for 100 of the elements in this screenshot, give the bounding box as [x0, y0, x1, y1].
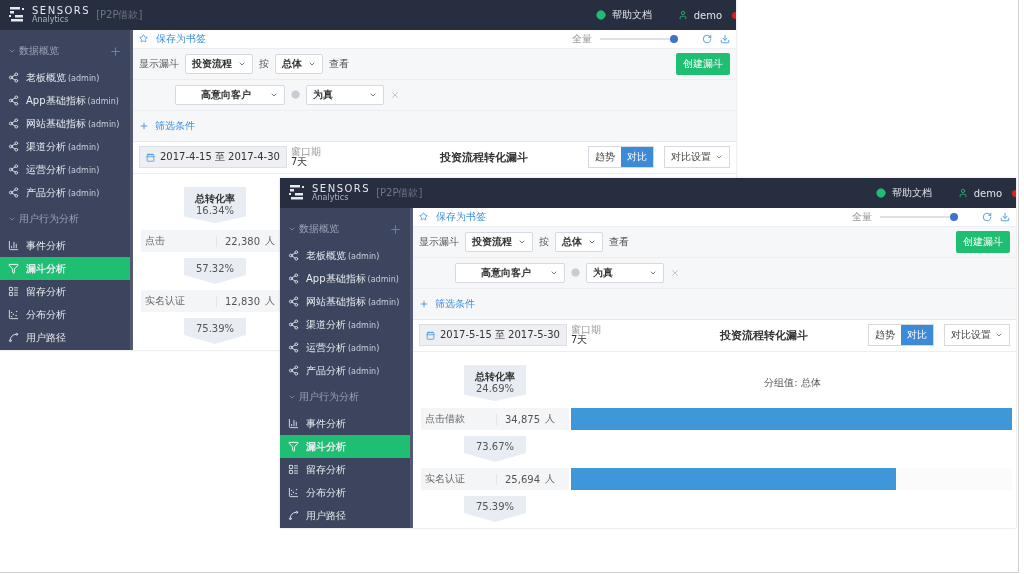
sidebar-item[interactable]: 老板概览 (admin)	[0, 66, 130, 89]
by-label: 按	[259, 56, 269, 71]
sidebar-item[interactable]: 事件分析	[0, 234, 130, 257]
value-select[interactable]: 为真	[586, 262, 664, 283]
bookmark-link[interactable]: 保存为书签	[156, 31, 206, 46]
user-menu[interactable]: demo	[973, 187, 1002, 199]
sidebar-item[interactable]: 用户路径	[0, 326, 130, 349]
chevron-icon[interactable]	[288, 225, 296, 233]
user-icon[interactable]	[957, 188, 968, 198]
sidebar-item[interactable]: 产品分析 (admin)	[280, 359, 410, 382]
bookmark-link[interactable]: 保存为书签	[436, 209, 486, 224]
slider-thumb[interactable]	[950, 212, 958, 221]
condition-select[interactable]: 高意向客户	[175, 84, 285, 105]
share-icon	[288, 365, 299, 376]
chart-title: 投资流程转化漏斗	[439, 149, 530, 165]
share-icon	[288, 250, 299, 261]
step-count: 25,694	[496, 473, 540, 485]
retention-icon	[288, 464, 299, 475]
step-unit: 人	[545, 412, 555, 426]
total-rate-value: 24.69%	[475, 383, 515, 395]
download-icon[interactable]	[720, 33, 730, 44]
funnel-select[interactable]: 投资流程	[185, 53, 253, 74]
sidebar-item-label: 产品分析 (admin)	[26, 185, 100, 200]
step-unit: 人	[265, 294, 275, 308]
funnel-icon	[8, 263, 19, 274]
sidebar-item[interactable]: 网站基础指标 (admin)	[0, 112, 130, 135]
sidebar-item-label: 渠道分析 (admin)	[306, 317, 380, 332]
scope-label: 全量	[572, 31, 592, 46]
logo-icon	[8, 5, 26, 25]
mode-tab[interactable]: 对比	[621, 147, 653, 168]
sidebar-item[interactable]: 运营分析 (admin)	[0, 158, 130, 181]
chevron-icon[interactable]	[8, 215, 16, 223]
chevron-icon[interactable]	[288, 393, 296, 401]
refresh-icon[interactable]	[982, 211, 992, 222]
date-range-button[interactable]: 2017-5-15 至 2017-5-30	[419, 324, 567, 347]
sidebar-item[interactable]: 老板概览 (admin)	[280, 244, 410, 267]
group-select[interactable]: 总体	[275, 53, 323, 74]
funnel-label: 显示漏斗	[139, 56, 179, 71]
help-link[interactable]: 帮助文档	[891, 186, 932, 200]
sidebar-item-label: App基础指标 (admin)	[26, 93, 119, 108]
step-label: 点击	[145, 234, 166, 248]
sidebar-item-label: 事件分析	[26, 238, 66, 253]
plus-icon[interactable]	[139, 120, 149, 131]
user-menu[interactable]: demo	[693, 9, 722, 21]
slider-thumb[interactable]	[670, 34, 678, 43]
funnel-label: 显示漏斗	[419, 234, 459, 249]
star-icon[interactable]	[419, 212, 428, 222]
date-range-button[interactable]: 2017-4-15 至 2017-4-30	[139, 146, 287, 169]
section-title[interactable]: 用户行为分析	[19, 212, 79, 226]
funnel-select[interactable]: 投资流程	[465, 231, 533, 252]
mode-tab[interactable]: 对比	[901, 325, 933, 346]
funnel-icon	[288, 441, 299, 452]
sidebar-item[interactable]: 运营分析 (admin)	[280, 336, 410, 359]
help-icon[interactable]	[875, 188, 886, 198]
sidebar-item-label: 用户路径	[306, 508, 346, 523]
close-icon[interactable]	[670, 267, 680, 278]
sidebar-item-label: 运营分析 (admin)	[26, 162, 100, 177]
step-label: 点击借款	[425, 412, 466, 426]
section-title[interactable]: 用户行为分析	[299, 390, 359, 404]
refresh-icon[interactable]	[702, 33, 712, 44]
sidebar-item[interactable]: 分布分析	[0, 303, 130, 326]
help-icon[interactable]	[595, 10, 606, 20]
sidebar-item[interactable]: 分布分析	[280, 481, 410, 504]
step-count: 12,830	[216, 295, 260, 307]
window-period-value: 7天	[290, 157, 308, 168]
condition-select[interactable]: 高意向客户	[455, 262, 565, 283]
plus-icon[interactable]	[419, 298, 429, 309]
user-icon[interactable]	[677, 10, 688, 20]
sidebar-item[interactable]: 网站基础指标 (admin)	[280, 290, 410, 313]
sidebar-item[interactable]: App基础指标 (admin)	[280, 267, 410, 290]
sidebar-item[interactable]: 事件分析	[280, 412, 410, 435]
calendar-icon	[426, 330, 435, 340]
chevron-icon[interactable]	[8, 47, 16, 55]
value-select[interactable]: 为真	[306, 84, 384, 105]
sidebar-item-label: App基础指标 (admin)	[306, 271, 399, 286]
bar-chart-icon	[288, 418, 299, 429]
brand-subtitle: Analytics	[312, 194, 349, 202]
sidebar-item[interactable]: 渠道分析 (admin)	[280, 313, 410, 336]
sidebar-item[interactable]: App基础指标 (admin)	[0, 89, 130, 112]
add-icon[interactable]	[109, 44, 122, 58]
section-title[interactable]: 数据概览	[19, 44, 59, 58]
close-icon[interactable]	[390, 89, 400, 100]
total-rate-value: 16.34%	[195, 205, 235, 217]
compare-settings-dropdown[interactable]: 对比设置	[664, 146, 730, 169]
download-icon[interactable]	[1000, 211, 1010, 222]
sidebar-item[interactable]: 用户路径	[280, 504, 410, 527]
sidebar-item[interactable]: 留存分析	[0, 280, 130, 303]
section-title[interactable]: 数据概览	[299, 222, 339, 236]
sidebar-item-label: 分布分析	[26, 307, 66, 322]
group-select[interactable]: 总体	[555, 231, 603, 252]
star-icon[interactable]	[139, 34, 148, 44]
sidebar-item[interactable]: 渠道分析 (admin)	[0, 135, 130, 158]
sidebar-item-label: 留存分析	[26, 284, 66, 299]
scope-label: 全量	[852, 209, 872, 224]
sidebar-item[interactable]: 产品分析 (admin)	[0, 181, 130, 204]
help-link[interactable]: 帮助文档	[611, 8, 652, 22]
add-icon[interactable]	[389, 222, 402, 236]
sidebar-item-label: 漏斗分析	[306, 439, 346, 454]
sidebar-item[interactable]: 留存分析	[280, 458, 410, 481]
compare-settings-dropdown[interactable]: 对比设置	[944, 324, 1010, 347]
